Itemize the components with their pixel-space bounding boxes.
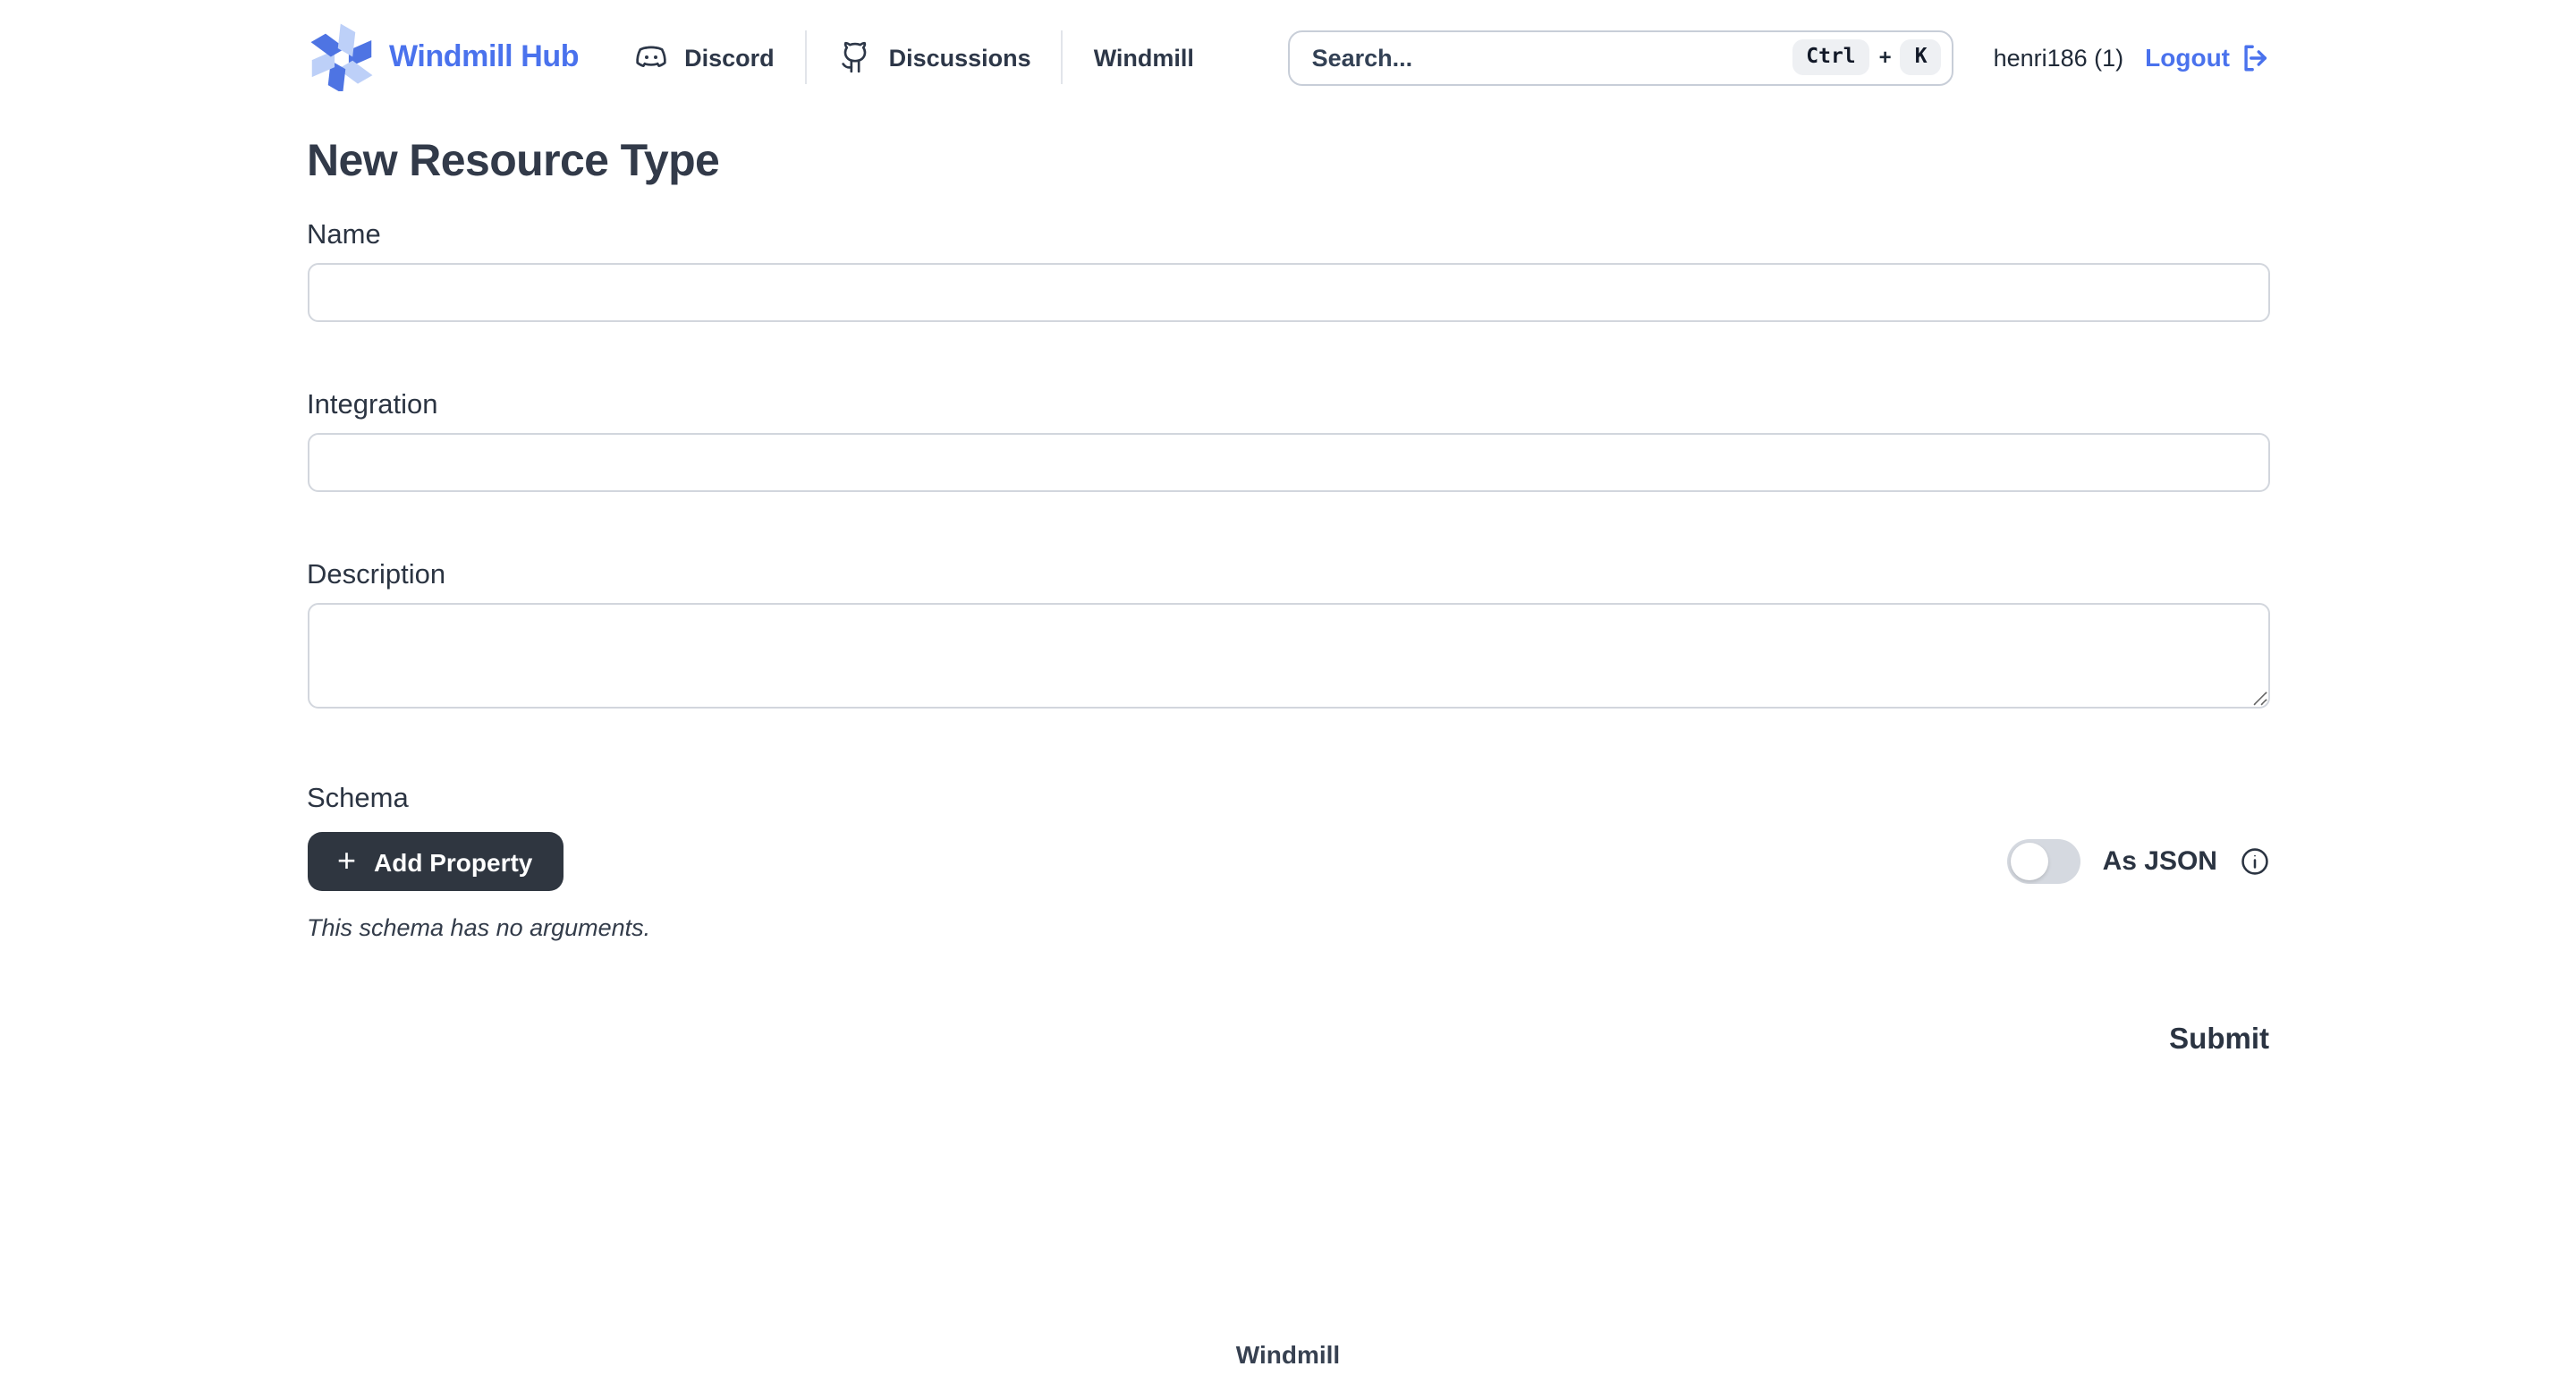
as-json-group: As JSON xyxy=(2008,839,2269,884)
nav-divider xyxy=(1062,30,1063,84)
add-property-button[interactable]: + Add Property xyxy=(307,832,563,891)
kbd-separator: + xyxy=(1879,45,1892,70)
nav-divider xyxy=(805,30,807,84)
discord-icon xyxy=(632,39,668,75)
integration-label: Integration xyxy=(307,390,2269,422)
brand-title: Windmill Hub xyxy=(389,39,579,75)
toggle-knob xyxy=(2012,843,2049,880)
description-label: Description xyxy=(307,560,2269,592)
logout-icon xyxy=(2239,42,2269,72)
windmill-logo-icon xyxy=(307,23,375,91)
description-textarea[interactable] xyxy=(307,603,2269,709)
logout-label: Logout xyxy=(2145,43,2230,72)
nav-item-discussions[interactable]: Discussions xyxy=(837,39,1031,75)
github-octocat-icon xyxy=(837,39,873,75)
footer-windmill-link[interactable]: Windmill xyxy=(1236,1340,1340,1369)
integration-input[interactable] xyxy=(307,433,2269,492)
search-input[interactable] xyxy=(1312,44,1792,71)
footer: Windmill xyxy=(0,1340,2576,1369)
schema-section: Schema + Add Property As JSON xyxy=(307,784,2269,941)
submit-button[interactable]: Submit xyxy=(2169,1023,2269,1057)
main-content: New Resource Type Name Integration Descr… xyxy=(307,136,2269,1057)
logout-link[interactable]: Logout xyxy=(2145,42,2269,72)
field-integration: Integration xyxy=(307,390,2269,492)
name-label: Name xyxy=(307,220,2269,252)
search-box[interactable]: Ctrl + K xyxy=(1289,30,1954,85)
nav-item-discord[interactable]: Discord xyxy=(632,39,775,75)
kbd-ctrl: Ctrl xyxy=(1792,40,1869,75)
windmill-hub-app: Windmill Hub Discord xyxy=(0,0,2576,1392)
nav-item-windmill[interactable]: Windmill xyxy=(1094,44,1194,71)
field-name: Name xyxy=(307,220,2269,322)
empty-schema-text: This schema has no arguments. xyxy=(307,914,2269,941)
nav-item-label: Discord xyxy=(684,44,775,71)
nav-item-label: Discussions xyxy=(889,44,1031,71)
schema-label: Schema xyxy=(307,784,2269,816)
field-description: Description xyxy=(307,560,2269,717)
page-title: New Resource Type xyxy=(307,136,2269,186)
kbd-k: K xyxy=(1901,40,1942,75)
brand-home-link[interactable]: Windmill Hub xyxy=(307,23,579,91)
as-json-toggle[interactable] xyxy=(2008,839,2081,884)
add-property-label: Add Property xyxy=(374,847,532,876)
header: Windmill Hub Discord xyxy=(0,0,2576,115)
nav-item-label: Windmill xyxy=(1094,44,1194,71)
info-icon[interactable] xyxy=(2239,846,2269,877)
username: henri186 (1) xyxy=(1994,44,2124,71)
user-block: henri186 (1) Logout xyxy=(1994,42,2269,72)
main-nav: Discord Discussions xyxy=(632,30,1194,84)
as-json-label: As JSON xyxy=(2103,846,2217,877)
name-input[interactable] xyxy=(307,263,2269,322)
plus-icon: + xyxy=(337,845,356,877)
